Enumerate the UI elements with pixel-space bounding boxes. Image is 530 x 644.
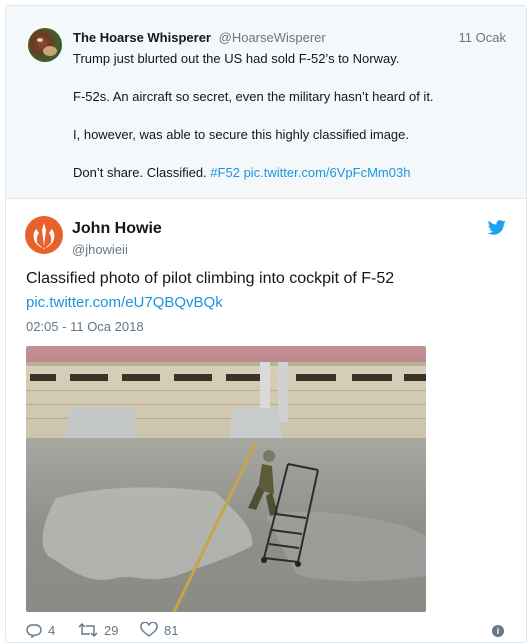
rebel-alliance-avatar-icon[interactable] [25, 216, 63, 254]
tweet-timestamp[interactable]: 02:05 - 11 Oca 2018 [26, 319, 144, 334]
quoted-author-handle[interactable]: @HoarseWisperer [219, 30, 326, 45]
hashtag-link[interactable]: #F52 [210, 165, 240, 180]
quoted-author[interactable]: The Hoarse Whisperer @HoarseWisperer [73, 30, 326, 45]
quoted-tweet-line-1: Trump just blurted out the US had sold F… [73, 51, 400, 66]
author-handle[interactable]: @jhowieii [72, 242, 128, 257]
quoted-tweet-line-2: F-52s. An aircraft so secret, even the m… [73, 89, 434, 104]
retweet-count: 29 [104, 622, 119, 638]
reply-icon[interactable] [26, 622, 42, 638]
tweet-card: The Hoarse Whisperer @HoarseWisperer 11 … [5, 5, 527, 643]
quoted-tweet-date[interactable]: 11 Ocak [459, 30, 506, 45]
quoted-tweet-line-4: Don’t share. Classified. #F52 pic.twitte… [73, 165, 410, 180]
retweet-icon[interactable] [78, 622, 98, 638]
tweet-text: Classified photo of pilot climbing into … [26, 270, 395, 287]
retweet-action[interactable]: 29 [78, 622, 118, 638]
quoted-tweet[interactable]: The Hoarse Whisperer @HoarseWisperer 11 … [6, 6, 526, 199]
quoted-tweet-line-4-text: Don’t share. Classified. [73, 165, 207, 180]
heart-icon[interactable] [140, 622, 158, 638]
quoted-author-avatar[interactable] [28, 28, 62, 62]
tweet-media-link[interactable]: pic.twitter.com/eU7QBQvBQk [26, 294, 223, 311]
quoted-author-name[interactable]: The Hoarse Whisperer [73, 30, 211, 45]
info-icon[interactable]: i [492, 625, 504, 637]
like-count: 81 [164, 622, 179, 638]
tweet-photo[interactable] [26, 346, 426, 612]
quoted-media-link[interactable]: pic.twitter.com/6VpFcMm03h [244, 165, 411, 180]
like-action[interactable]: 81 [140, 622, 178, 638]
author-name[interactable]: John Howie [72, 220, 162, 238]
quoted-tweet-line-3: I, however, was able to secure this high… [73, 127, 410, 142]
reply-count: 4 [48, 622, 56, 638]
twitter-bird-icon[interactable] [488, 220, 506, 235]
reply-action[interactable]: 4 [26, 622, 55, 638]
